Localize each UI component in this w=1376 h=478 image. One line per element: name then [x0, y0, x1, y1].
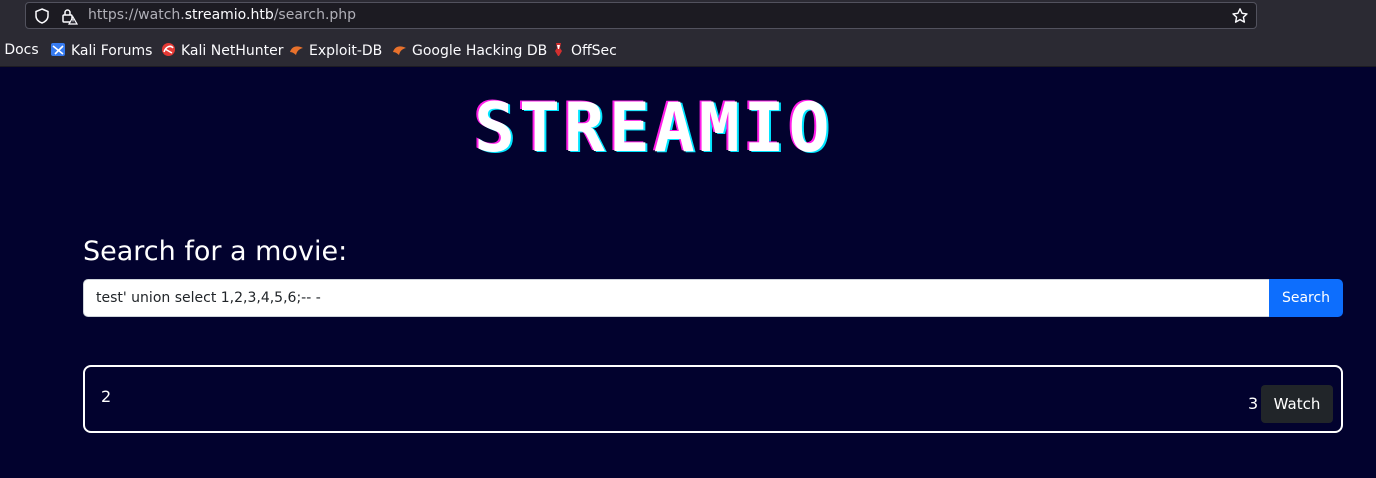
bookmark-star-icon[interactable]	[1231, 7, 1249, 25]
lock-warning-icon[interactable]	[60, 7, 78, 25]
bookmark-kali-docs[interactable]: i Docs	[0, 42, 39, 58]
bookmark-google-hacking-db[interactable]: Google Hacking DB	[392, 42, 547, 59]
kali-nethunter-icon	[162, 43, 175, 56]
bookmark-exploit-db[interactable]: Exploit-DB	[289, 42, 382, 59]
exploit-db-icon	[290, 46, 303, 55]
url-text[interactable]: https://watch.streamio.htb/search.php	[88, 7, 356, 23]
kali-forums-icon	[51, 43, 65, 56]
logo-text: STREAMIO	[474, 92, 834, 164]
search-button[interactable]: Search	[1269, 279, 1343, 317]
bookmarks-bar: i Docs Kali Forums Kali NetHunter Exploi…	[0, 33, 1376, 67]
bookmark-kali-nethunter[interactable]: Kali NetHunter	[161, 42, 283, 59]
result-meta: 3	[1248, 394, 1259, 413]
watch-button[interactable]: Watch	[1261, 385, 1333, 423]
search-heading: Search for a movie:	[83, 236, 348, 267]
streamio-logo: STREAMIO STREAMIO STREAMIO	[474, 92, 834, 164]
address-bar[interactable]: https://watch.streamio.htb/search.php	[25, 2, 1257, 29]
bookmark-kali-forums[interactable]: Kali Forums	[51, 42, 152, 59]
result-card: 2 3 Watch	[83, 365, 1343, 433]
search-input[interactable]	[83, 279, 1269, 317]
ghdb-icon	[393, 46, 406, 55]
bookmark-offsec[interactable]: OffSec	[551, 42, 617, 59]
offsec-icon	[555, 43, 562, 56]
shield-icon[interactable]	[34, 8, 50, 24]
result-title: 2	[101, 387, 112, 406]
browser-toolbar: https://watch.streamio.htb/search.php	[0, 0, 1376, 33]
